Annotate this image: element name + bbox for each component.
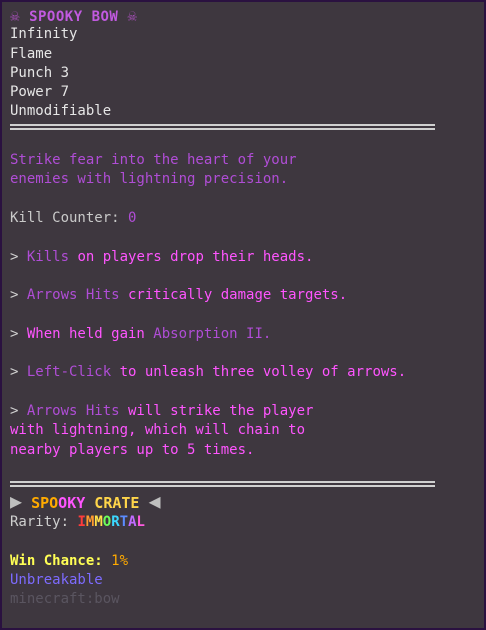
win-chance: Win Chance: 1% <box>10 552 478 571</box>
kill-counter: Kill Counter: 0 <box>10 209 478 228</box>
enchantment-punch: Punch 3 <box>10 64 70 81</box>
rarity-label: Rarity: <box>10 514 78 531</box>
win-chance-value: 1% <box>111 552 129 569</box>
ability-kills: > Kills on players drop their heads. <box>10 248 478 267</box>
enchantment-power: Power 7 <box>10 84 70 101</box>
rarity-letter: R <box>111 514 120 531</box>
arrow-left-icon: ◀ <box>148 489 161 514</box>
description-line-2: enemies with lightning precision. <box>10 171 289 188</box>
ability-absorption: > When held gain Absorption II. <box>10 325 478 344</box>
win-chance-label: Win Chance: <box>10 552 112 569</box>
rarity-letter: I <box>77 514 86 531</box>
rarity-letter: L <box>136 514 145 531</box>
kill-counter-value: 0 <box>128 209 137 226</box>
item-name: SPOOKY BOW <box>29 9 119 25</box>
description-line-1: Strike fear into the heart of your <box>10 152 297 169</box>
crate-name: SPOOKY CRATE <box>31 494 140 513</box>
unbreakable-tag: Unbreakable <box>10 572 103 589</box>
rarity-letter: A <box>128 514 137 531</box>
divider-bottom <box>10 481 435 488</box>
ability-text: will strike the player <box>119 402 314 419</box>
kill-counter-label: Kill Counter: <box>10 209 129 226</box>
divider-top <box>10 123 435 130</box>
ability-arrow-crit: > Arrows Hits critically damage targets. <box>10 286 478 305</box>
ability-lightning-line-3: nearby players up to 5 times. <box>10 441 255 458</box>
rarity-value: IMMORTAL <box>77 514 145 530</box>
unmodifiable-tag: Unmodifiable <box>10 103 112 120</box>
ability-volley: > Left-Click to unleash three volley of … <box>10 363 478 382</box>
bullet-icon: > <box>10 287 27 304</box>
enchantment-flame: Flame <box>10 45 53 62</box>
rarity-letter: T <box>119 514 129 531</box>
rarity-letter: O <box>102 514 112 531</box>
bullet-icon: > <box>10 248 27 265</box>
rarity-letter: M <box>94 514 103 531</box>
bullet-icon: > <box>10 325 27 342</box>
ability-text: When held gain <box>26 325 154 342</box>
bullet-icon: > <box>10 402 27 419</box>
ability-keyword: Arrows Hits <box>26 287 120 304</box>
ability-keyword: Arrows Hits <box>26 402 120 419</box>
item-title: ☠ SPOOKY BOW ☠ <box>10 6 478 25</box>
ability-text: on players drop their heads. <box>69 248 314 265</box>
ability-lightning-line-2: with lightning, which will chain to <box>10 422 306 439</box>
item-tooltip: ☠ SPOOKY BOW ☠ Infinity Flame Punch 3 Po… <box>0 0 486 630</box>
ability-lightning: > Arrows Hits will strike the player <box>10 402 478 421</box>
skull-icon-left: ☠ <box>10 6 21 25</box>
skull-icon-right: ☠ <box>127 6 138 25</box>
ability-keyword: Absorption II. <box>153 325 272 342</box>
ability-text: critically damage targets. <box>119 287 348 304</box>
rarity: Rarity: IMMORTAL <box>10 513 478 532</box>
ability-keyword: Kills <box>26 248 70 265</box>
item-id: minecraft:bow <box>10 591 120 608</box>
crate-label: ▶ SPOOKY CRATE ◀ <box>10 489 478 513</box>
enchantment-infinity: Infinity <box>10 26 78 43</box>
ability-text: to unleash three volley of arrows. <box>111 364 407 381</box>
arrow-right-icon: ▶ <box>10 489 23 514</box>
bullet-icon: > <box>10 364 27 381</box>
ability-keyword: Left-Click <box>26 364 112 381</box>
